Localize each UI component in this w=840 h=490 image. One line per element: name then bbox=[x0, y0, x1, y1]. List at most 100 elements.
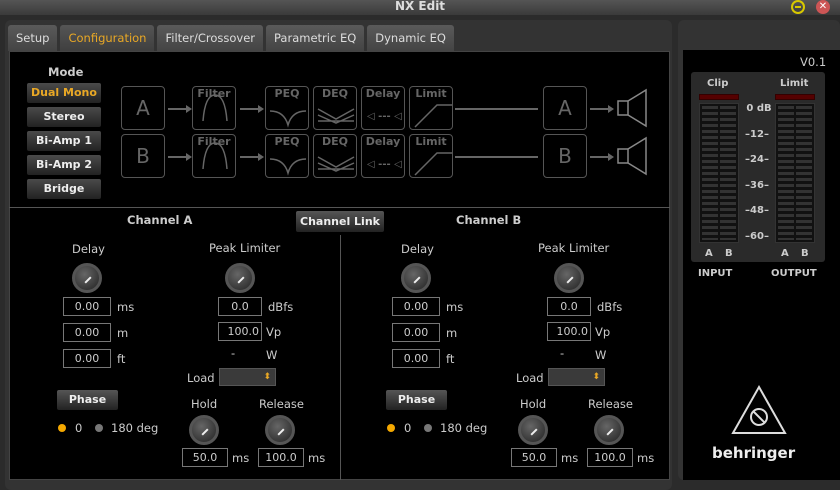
arrow-icon bbox=[240, 105, 264, 113]
phase-button[interactable]: Phase bbox=[57, 390, 118, 410]
block-peq-0[interactable]: PEQ bbox=[265, 86, 309, 130]
load-select[interactable]: ⬍ bbox=[548, 368, 605, 386]
phase-0-label: 0 bbox=[404, 421, 412, 435]
mode-bi-amp-2-button[interactable]: Bi-Amp 2 bbox=[27, 155, 101, 175]
tab-dynamic-eq[interactable]: Dynamic EQ bbox=[367, 25, 454, 51]
arrow-icon bbox=[590, 153, 614, 161]
peak-limiter-label: Peak Limiter bbox=[209, 241, 281, 255]
hold-input[interactable]: 50.0 bbox=[511, 448, 557, 467]
peak-vp-input[interactable]: 100.0 bbox=[547, 322, 591, 341]
unit-label: m bbox=[117, 326, 129, 340]
block-filter-1[interactable]: Filter bbox=[192, 134, 236, 178]
phase-button[interactable]: Phase bbox=[386, 390, 447, 410]
deq-icon bbox=[317, 156, 355, 172]
minimize-button[interactable] bbox=[791, 0, 805, 14]
delay-knob[interactable] bbox=[72, 263, 102, 293]
hold-label: Hold bbox=[191, 397, 218, 411]
deq-icon bbox=[317, 108, 355, 124]
phase-180-label: 180 deg bbox=[111, 421, 159, 435]
limit-icon bbox=[414, 152, 452, 176]
peak-dbfs-input[interactable]: 0.0 bbox=[218, 297, 262, 316]
tab-filter-crossover[interactable]: Filter/Crossover bbox=[157, 25, 264, 51]
tab-setup[interactable]: Setup bbox=[8, 25, 58, 51]
svg-text:◁ --- ◁: ◁ --- ◁ bbox=[367, 159, 402, 170]
phase-0-label: 0 bbox=[75, 421, 83, 435]
unit-label: ms bbox=[117, 300, 135, 314]
divider bbox=[340, 235, 341, 480]
phase-0-radio[interactable] bbox=[58, 424, 66, 432]
updown-icon: ⬍ bbox=[263, 372, 271, 382]
phase-180-radio[interactable] bbox=[95, 424, 103, 432]
delay-label: Delay bbox=[401, 242, 434, 256]
title-bar: NX Edit bbox=[0, 0, 840, 15]
unit-label: W bbox=[266, 348, 278, 362]
phase-180-label: 180 deg bbox=[440, 421, 488, 435]
meter-scale-label: –12– bbox=[745, 128, 769, 140]
release-label: Release bbox=[259, 397, 304, 411]
block-deq-0[interactable]: DEQ bbox=[313, 86, 357, 130]
divider bbox=[9, 207, 670, 208]
output-b-label: B bbox=[801, 248, 809, 259]
block-delay-0[interactable]: Delay ◁ --- ◁ bbox=[361, 86, 405, 130]
hold-input[interactable]: 50.0 bbox=[182, 448, 228, 467]
block-limit-1[interactable]: Limit bbox=[409, 134, 453, 178]
input-block-a[interactable]: A bbox=[121, 86, 165, 130]
output-block-a[interactable]: A bbox=[543, 86, 587, 130]
block-filter-0[interactable]: Filter bbox=[192, 86, 236, 130]
delay-m-input[interactable]: 0.00 bbox=[392, 323, 440, 342]
peak-vp-input[interactable]: 100.0 bbox=[218, 322, 262, 341]
hold-knob[interactable] bbox=[518, 415, 548, 445]
delay-ms-input[interactable]: 0.00 bbox=[392, 297, 440, 316]
arrow-icon bbox=[168, 105, 192, 113]
block-peq-1[interactable]: PEQ bbox=[265, 134, 309, 178]
hold-knob[interactable] bbox=[189, 415, 219, 445]
phase-180-radio[interactable] bbox=[424, 424, 432, 432]
version-label: V0.1 bbox=[800, 55, 827, 69]
delay-ft-input[interactable]: 0.00 bbox=[63, 349, 111, 368]
release-knob[interactable] bbox=[594, 415, 624, 445]
tab-configuration[interactable]: Configuration bbox=[60, 25, 155, 51]
block-deq-1[interactable]: DEQ bbox=[313, 134, 357, 178]
output-label: OUTPUT bbox=[771, 268, 817, 279]
arrow-icon bbox=[590, 105, 614, 113]
phase-0-radio[interactable] bbox=[387, 424, 395, 432]
unit-label: dBfs bbox=[268, 300, 294, 314]
delay-ms-input[interactable]: 0.00 bbox=[63, 297, 111, 316]
delay-label: Delay bbox=[72, 242, 105, 256]
mode-dual-mono-button[interactable]: Dual Mono bbox=[27, 83, 101, 103]
release-input[interactable]: 100.0 bbox=[258, 448, 304, 467]
delay-icon: ◁ --- ◁ bbox=[367, 111, 402, 122]
mode-label: Mode bbox=[48, 65, 84, 79]
close-button[interactable]: ✕ bbox=[816, 0, 830, 14]
block-delay-1[interactable]: Delay ◁ --- ◁ bbox=[361, 134, 405, 178]
output-block-b[interactable]: B bbox=[543, 134, 587, 178]
window-title: NX Edit bbox=[394, 0, 446, 13]
limit-label: Limit bbox=[780, 78, 809, 89]
delay-m-input[interactable]: 0.00 bbox=[63, 323, 111, 342]
block-limit-0[interactable]: Limit bbox=[409, 86, 453, 130]
limit-icon bbox=[414, 104, 452, 128]
release-input[interactable]: 100.0 bbox=[587, 448, 633, 467]
input-b-label: B bbox=[725, 248, 733, 259]
mode-bridge-button[interactable]: Bridge bbox=[27, 179, 101, 199]
channel-link-button[interactable]: Channel Link bbox=[296, 211, 384, 232]
watts-value: - bbox=[560, 346, 565, 360]
peak-limiter-knob[interactable] bbox=[554, 263, 584, 293]
tab-parametric-eq[interactable]: Parametric EQ bbox=[266, 25, 365, 51]
peak-dbfs-input[interactable]: 0.0 bbox=[547, 297, 591, 316]
load-label: Load bbox=[187, 371, 215, 385]
clip-label: Clip bbox=[707, 78, 729, 89]
mode-stereo-button[interactable]: Stereo bbox=[27, 107, 101, 127]
filter-icon bbox=[202, 94, 228, 122]
peak-limiter-knob[interactable] bbox=[225, 263, 255, 293]
output-meter bbox=[775, 103, 815, 243]
limit-indicator bbox=[775, 94, 815, 100]
delay-ft-input[interactable]: 0.00 bbox=[392, 349, 440, 368]
mode-bi-amp-1-button[interactable]: Bi-Amp 1 bbox=[27, 131, 101, 151]
unit-label: dBfs bbox=[597, 300, 623, 314]
load-select[interactable]: ⬍ bbox=[219, 368, 276, 386]
unit-label: ms bbox=[308, 451, 326, 465]
release-knob[interactable] bbox=[265, 415, 295, 445]
input-block-b[interactable]: B bbox=[121, 134, 165, 178]
delay-knob[interactable] bbox=[401, 263, 431, 293]
